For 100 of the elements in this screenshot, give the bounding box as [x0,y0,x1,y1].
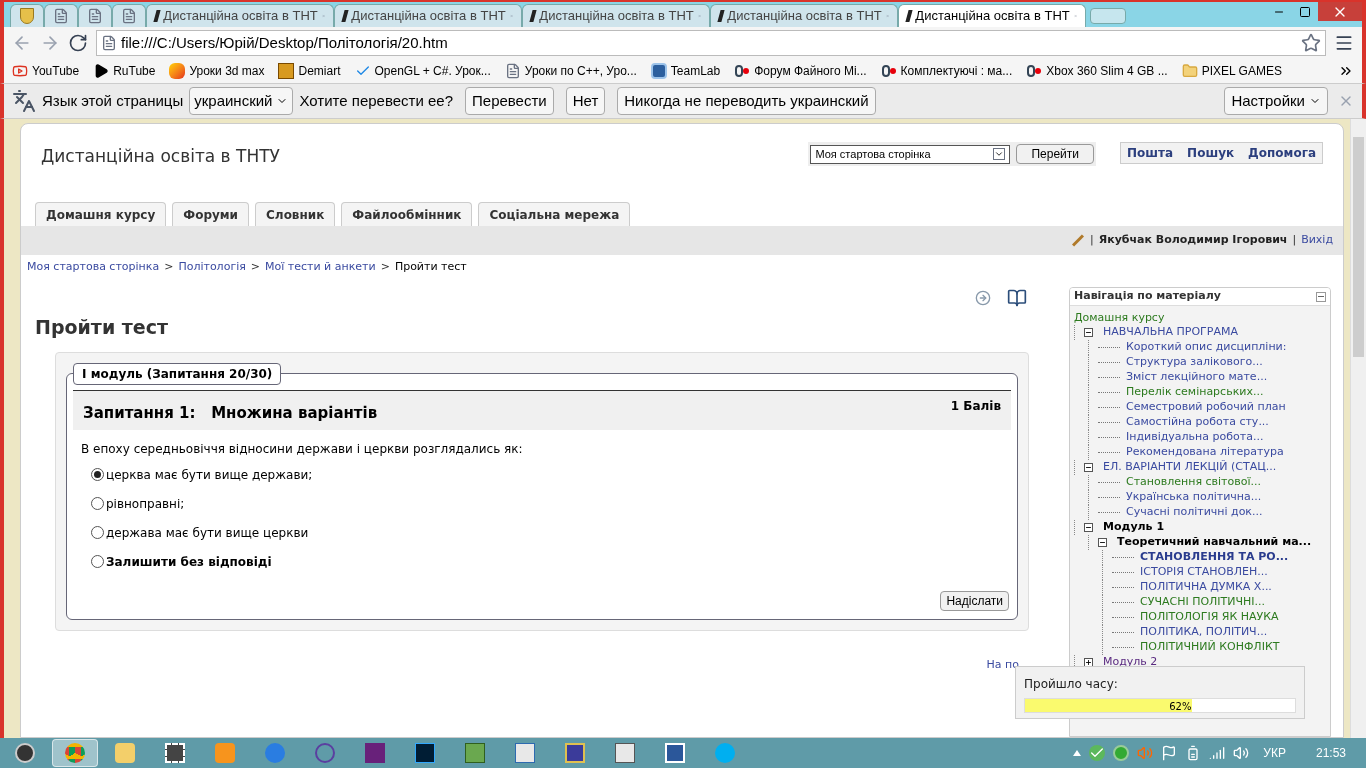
bookmark[interactable]: RuTube [93,62,156,80]
translate-button[interactable]: Нет [565,87,606,115]
go-button[interactable]: Перейти [1016,144,1094,164]
tab-title: Дистанційна освіта в ТНТ [727,7,882,26]
page-icon [504,63,521,79]
tree-root-link[interactable]: Домашня курсу [1074,310,1326,325]
tree-link[interactable]: Короткий опис дисципліни: [1126,339,1287,356]
new-tab-button[interactable] [1090,8,1126,24]
tree-link[interactable]: НАВЧАЛЬНА ПРОГРАМА [1103,324,1238,341]
tree-link[interactable]: Структура залікового... [1126,354,1263,371]
breadcrumb-link[interactable]: Політологія [178,258,246,276]
tree-link[interactable]: ПОЛІТИКА, ПОЛІТИЧ... [1140,624,1268,641]
translate-button[interactable]: Никогда не переводить украинский [617,87,876,115]
breadcrumb-link[interactable]: Мої тести й анкети [265,258,376,276]
site-logo-icon [341,10,349,22]
breadcrumb-link[interactable]: Моя стартова сторінка [27,258,160,276]
submit-button[interactable]: Надіслати [940,590,1009,611]
collapse-icon[interactable] [1084,328,1093,337]
menu-icon[interactable] [1334,33,1354,53]
video-icon [12,63,28,79]
settings-button[interactable]: Настройки [1224,87,1328,115]
site-logo-icon [905,10,913,22]
film-icon [165,743,185,763]
header-link[interactable]: Пошук [1187,144,1235,162]
browser-tab[interactable]: Дистанційна освіта в ТНТ [710,4,898,27]
header-link[interactable]: Допомога [1248,144,1316,162]
browser-tab[interactable]: Дистанційна освіта в ТНТ [522,4,710,27]
collapse-icon[interactable] [1084,523,1093,532]
page-heading: Пройти тест [35,315,169,340]
radio-button[interactable] [91,468,104,481]
bookmark[interactable]: OpenGL + C#. Урок... [354,62,491,80]
browser-tab[interactable] [112,4,146,27]
tree-link[interactable]: ПОЛІТИЧНА ДУМКА Х... [1140,579,1272,596]
tree-link[interactable]: ПОЛІТИЧНИЙ КОНФЛІКТ [1140,639,1280,656]
tree-link[interactable]: Становлення світової... [1126,474,1261,491]
reload-icon[interactable] [68,33,88,53]
bookmark[interactable]: YouTube [12,62,80,80]
tree-link[interactable]: СУЧАСНІ ПОЛІТИЧНІ... [1140,594,1266,611]
tree-link[interactable]: Модуль 1 [1103,519,1165,536]
radio-button[interactable] [91,526,104,539]
header-link[interactable]: Пошта [1127,144,1174,162]
bookmark[interactable]: TeamLab [650,62,721,80]
timer-label: Пройшло часу: [1024,676,1119,693]
tree-link[interactable]: Зміст лекційного мате... [1126,369,1268,386]
bookmark[interactable]: PIXEL GAMES [1181,62,1282,80]
tree-link[interactable]: ІСТОРІЯ СТАНОВЛЕН... [1140,564,1268,581]
browser-tab[interactable] [78,4,112,27]
tray-arrow-icon[interactable] [1073,750,1082,756]
volume-icon [1233,745,1250,761]
collapse-icon[interactable] [1084,463,1093,472]
breadcrumb-separator: > [250,258,261,275]
course-tab[interactable]: Домашня курсу [35,202,167,226]
browser-tab[interactable]: Дистанційна освіта в ТНТ [898,4,1086,27]
answer-option[interactable]: церква має бути вище держави; [91,465,1011,484]
answer-option[interactable]: держава має бути вище церкви [91,523,1011,542]
translate-button[interactable]: Перевести [465,87,554,115]
bookmark[interactable]: Уроки 3d max [169,62,265,80]
bookmark[interactable]: Demiart [278,62,341,80]
restore-icon [1299,5,1311,18]
tree-link[interactable]: Семестровий робочий план [1126,399,1286,416]
tree-link[interactable]: ЕЛ. ВАРІАНТИ ЛЕКЦІЙ (СТАЦ... [1103,459,1277,476]
course-tab[interactable]: Словник [255,202,336,226]
browser-tab[interactable] [10,4,44,27]
logout-link[interactable]: Вихід [1301,232,1333,249]
answer-option[interactable]: Залишити без відповіді [91,552,1011,571]
section-legend: І модуль (Запитання 20/30) [73,362,282,385]
tab-title: Дистанційна освіта в ТНТ [915,7,1070,26]
tree-link[interactable]: Перелік семінарських... [1126,384,1264,401]
browser-tab[interactable]: Дистанційна освіта в ТНТ [146,4,334,27]
forum-icon [734,63,751,79]
tree-link[interactable]: Теоретичний навчальний ма... [1117,534,1312,551]
language-select[interactable]: украинский [189,87,294,115]
page-select[interactable]: Моя стартова сторінка [810,144,1011,164]
tree-link[interactable]: Рекомендована література [1126,444,1284,461]
tree-link[interactable]: ПОЛІТОЛОГІЯ ЯК НАУКА [1140,609,1279,626]
bookmark[interactable]: Комплектуючі : ма... [880,62,1013,80]
page-icon [53,8,69,24]
bookmark[interactable]: Xbox 360 Slim 4 GB ... [1026,62,1168,80]
bookmark[interactable]: Форум Файного Мі... [734,62,867,80]
scrollbar[interactable] [1350,119,1366,738]
course-tab[interactable]: Соціальна мережа [478,202,631,226]
site-logo-icon [153,10,161,22]
tree-link[interactable]: Українська політична... [1126,489,1262,506]
tree-link[interactable]: СТАНОВЛЕННЯ ТА РО... [1140,549,1289,566]
address-bar[interactable]: file:///C:/Users/Юрій/Desktop/Політологія/20.htm [96,30,1326,56]
tree-link[interactable]: Сучасні політичні док... [1126,504,1263,521]
tree-link[interactable]: Самостійна робота сту... [1126,414,1269,431]
bookmark[interactable]: Уроки по С++, Уро... [504,62,637,80]
radio-button[interactable] [91,555,104,568]
course-tab[interactable]: Файлообмінник [341,202,473,226]
radio-button[interactable] [91,497,104,510]
tree-link[interactable]: Індивідуальна робота... [1126,429,1264,446]
translate-icon [12,89,36,113]
browser-tab[interactable]: Дистанційна освіта в ТНТ [334,4,522,27]
signal-icon [1209,745,1226,761]
answer-option[interactable]: рівноправні; [91,494,1011,513]
translate-label: Язык этой страницы [42,90,184,111]
browser-tab[interactable] [44,4,78,27]
course-tab[interactable]: Форуми [172,202,250,226]
collapse-icon[interactable] [1098,538,1107,547]
